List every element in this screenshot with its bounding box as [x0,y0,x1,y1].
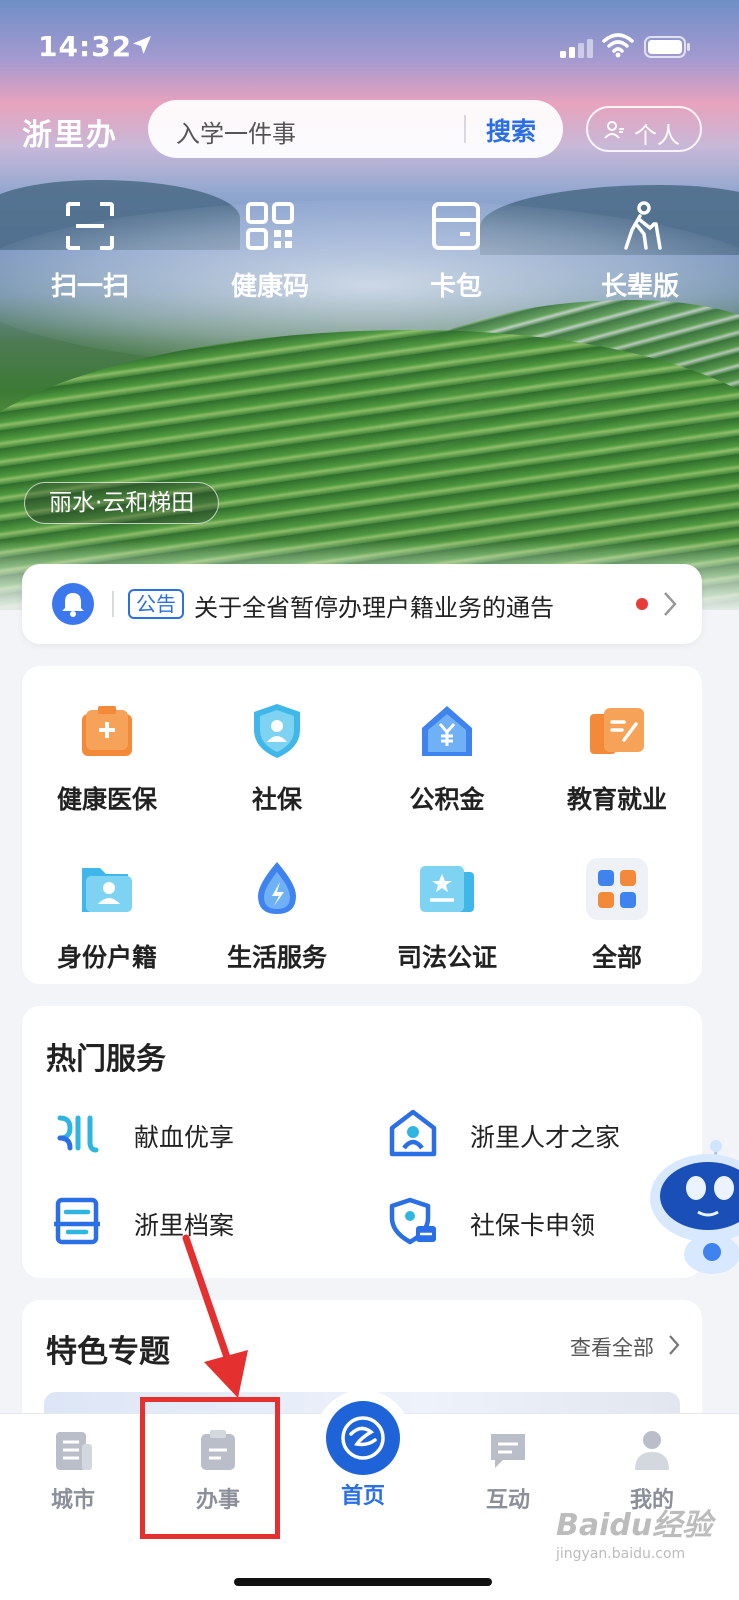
quick-action-label: 长辈版 [600,272,679,302]
search-button[interactable]: 搜索 [486,112,536,148]
service-notary[interactable]: 司法公证 [362,858,532,974]
chevron-right-icon [669,1335,680,1355]
tab-city[interactable]: 城市 [13,1428,133,1514]
notice-divider [112,591,114,617]
annotation-highlight-box [140,1397,280,1539]
search-bar[interactable]: 入学一件事 搜索 [148,100,563,158]
service-label: 教育就业 [566,785,667,814]
service-label: 生活服务 [226,943,327,972]
home-indicator [234,1578,492,1586]
city-icon [56,1432,92,1470]
life-service-icon [246,858,308,920]
hot-service-label: 献血优享 [134,1123,235,1152]
hot-services-card: 热门服务 献血优享 浙里人才之家 浙里档案 社保卡申领 [22,1006,702,1278]
tab-label: 互动 [485,1488,530,1513]
scan-icon [66,202,114,250]
notice-badge: 公告 [128,589,184,619]
archive-icon [54,1197,100,1245]
service-label: 健康医保 [56,785,157,814]
home-logo-icon [341,1416,385,1460]
all-apps-icon [586,858,648,920]
bell-icon [52,583,94,625]
hot-services-title: 热门服务 [46,1042,166,1077]
talent-home-icon [389,1109,437,1157]
tab-label: 城市 [50,1488,95,1513]
identity-icon [76,858,138,920]
tab-home-label: 首页 [340,1484,385,1509]
health-insurance-icon [76,700,138,762]
chevron-right-icon [664,592,677,616]
service-education-employment[interactable]: 教育就业 [532,700,702,816]
quick-action-label: 卡包 [429,272,482,302]
qr-code-icon [246,202,294,250]
service-label: 全部 [591,943,642,972]
search-divider [464,115,466,143]
profile-icon [635,1431,669,1470]
service-health-insurance[interactable]: 健康医保 [22,700,192,816]
social-card-icon [389,1197,436,1245]
notary-icon [416,858,478,920]
quick-action-label: 扫一扫 [50,272,129,302]
blood-donation-icon [57,1115,99,1153]
cellular-signal-icon [560,39,593,58]
quick-action-card-wallet[interactable]: 卡包 [381,200,531,303]
service-label: 社保 [251,785,302,814]
wifi-icon [602,33,634,58]
person-icon [604,121,624,139]
housing-fund-icon [416,700,478,762]
status-time: 14:32 [38,30,133,63]
service-housing-fund[interactable]: 公积金 [362,700,532,816]
service-label: 司法公证 [396,943,497,972]
service-label: 身份户籍 [56,943,157,972]
tab-interact[interactable]: 互动 [448,1428,568,1514]
chat-icon [491,1434,525,1468]
watermark-logo: Baidu经验 [556,1508,713,1543]
service-all[interactable]: 全部 [532,858,702,974]
quick-action-scan[interactable]: 扫一扫 [15,200,165,303]
service-label: 公积金 [409,785,485,814]
notice-text[interactable]: 关于全省暂停办理户籍业务的通告 [194,588,554,623]
service-grid: 健康医保 社保 公积金 教育就业 身份户籍 生活服务 司法公证 全部 [22,666,702,984]
location-arrow-icon [133,36,151,54]
notice-bar[interactable]: 公告 关于全省暂停办理户籍业务的通告 [22,564,702,644]
view-all-link[interactable]: 查看全部 [570,1332,654,1362]
app-logo: 浙里办 [22,118,118,153]
watermark-url: jingyan.baidu.com [556,1546,686,1562]
service-identity[interactable]: 身份户籍 [22,858,192,974]
service-life[interactable]: 生活服务 [192,858,362,974]
quick-action-elder-mode[interactable]: 长辈版 [565,200,715,303]
personal-button[interactable]: 个人 [586,106,702,152]
elder-icon [624,201,662,250]
education-employment-icon [586,700,648,762]
social-security-icon [246,700,308,762]
personal-label: 个人 [634,123,680,149]
quick-action-health-code[interactable]: 健康码 [195,200,345,303]
service-social-security[interactable]: 社保 [192,700,362,816]
search-input[interactable]: 入学一件事 [176,114,296,149]
tab-home[interactable] [326,1401,400,1475]
hot-service-label: 浙里档案 [134,1211,235,1240]
hot-service-label: 社保卡申领 [470,1211,596,1240]
featured-topics-title: 特色专题 [46,1334,170,1370]
location-tag[interactable]: 丽水·云和梯田 [24,482,220,524]
hot-service-label: 浙里人才之家 [470,1123,621,1152]
status-bar: 14:32 [0,0,739,92]
quick-action-label: 健康码 [230,272,309,302]
battery-icon [644,36,690,58]
card-wallet-icon [432,202,480,250]
watermark: Baidu经验 jingyan.baidu.com [556,1500,712,1562]
assistant-robot-icon[interactable] [646,1136,739,1276]
unread-dot [636,598,648,610]
